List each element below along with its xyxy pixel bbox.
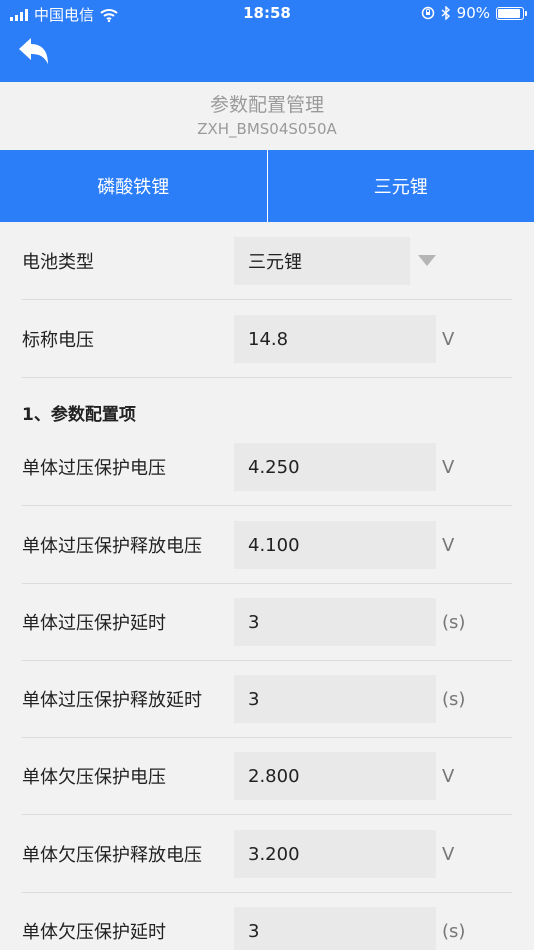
param-row: 单体欠压保护电压 2.800 V bbox=[0, 737, 534, 815]
page-header: 参数配置管理 ZXH_BMS04S050A bbox=[0, 82, 534, 150]
tab-ternary-lithium[interactable]: 三元锂 bbox=[266, 150, 534, 222]
param-label: 单体欠压保护电压 bbox=[22, 767, 166, 788]
battery-percent: 90% bbox=[456, 4, 490, 22]
nominal-voltage-row: 标称电压 14.8 V bbox=[0, 300, 534, 378]
battery-icon bbox=[496, 6, 527, 20]
param-row: 单体过压保护释放电压 4.100 V bbox=[0, 506, 534, 584]
battery-type-label: 电池类型 bbox=[22, 252, 94, 273]
unit-label: (s) bbox=[442, 611, 466, 633]
divider bbox=[22, 377, 512, 378]
nominal-voltage-input[interactable]: 14.8 bbox=[234, 315, 436, 363]
device-id: ZXH_BMS04S050A bbox=[197, 120, 337, 138]
param-input[interactable]: 4.100 bbox=[234, 521, 436, 569]
tab-lifepo4[interactable]: 磷酸铁锂 bbox=[0, 150, 267, 222]
param-input[interactable]: 3 bbox=[234, 598, 436, 646]
param-label: 单体欠压保护释放电压 bbox=[22, 845, 202, 866]
param-label: 单体过压保护释放延时 bbox=[22, 690, 202, 711]
dropdown-arrow-icon[interactable] bbox=[418, 255, 436, 266]
battery-type-row: 电池类型 三元锂 bbox=[0, 222, 534, 300]
param-row: 单体过压保护电压 4.250 V bbox=[0, 428, 534, 506]
param-input[interactable]: 3.200 bbox=[234, 830, 436, 878]
param-input[interactable]: 3 bbox=[234, 907, 436, 950]
param-row: 单体过压保护延时 3 (s) bbox=[0, 583, 534, 661]
param-label: 单体过压保护延时 bbox=[22, 613, 166, 634]
orientation-lock-icon bbox=[421, 6, 434, 20]
param-input[interactable]: 3 bbox=[234, 675, 436, 723]
param-label: 单体欠压保护延时 bbox=[22, 922, 166, 943]
top-bar: 中国电信 18:58 90% bbox=[0, 0, 534, 82]
section-title: 1、参数配置项 bbox=[22, 405, 136, 425]
unit-label: V bbox=[442, 328, 455, 350]
page-title: 参数配置管理 bbox=[209, 94, 324, 116]
unit-label: V bbox=[442, 765, 455, 787]
battery-chemistry-tabs: 磷酸铁锂 三元锂 bbox=[0, 150, 534, 222]
param-input[interactable]: 4.250 bbox=[234, 443, 436, 491]
unit-label: V bbox=[442, 534, 455, 556]
param-row: 单体欠压保护延时 3 (s) bbox=[0, 892, 534, 950]
param-label: 单体过压保护电压 bbox=[22, 458, 166, 479]
unit-label: (s) bbox=[442, 688, 466, 710]
param-label: 单体过压保护释放电压 bbox=[22, 536, 202, 557]
param-row: 单体过压保护释放延时 3 (s) bbox=[0, 660, 534, 738]
bluetooth-icon bbox=[441, 6, 450, 20]
unit-label: V bbox=[442, 843, 455, 865]
battery-type-select[interactable]: 三元锂 bbox=[234, 237, 410, 285]
status-bar: 中国电信 18:58 90% bbox=[0, 0, 534, 28]
unit-label: (s) bbox=[442, 920, 466, 942]
param-input[interactable]: 2.800 bbox=[234, 752, 436, 800]
nominal-voltage-label: 标称电压 bbox=[22, 330, 94, 351]
param-row: 单体欠压保护释放电压 3.200 V bbox=[0, 815, 534, 893]
unit-label: V bbox=[442, 456, 455, 478]
back-arrow-icon[interactable] bbox=[16, 36, 52, 70]
